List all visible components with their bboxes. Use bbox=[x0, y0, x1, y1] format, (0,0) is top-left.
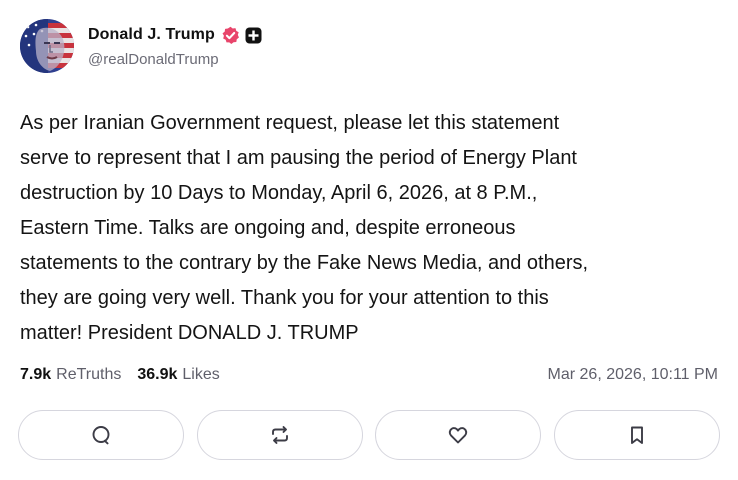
bookmark-icon bbox=[631, 426, 643, 444]
post-text: As per Iranian Government request, pleas… bbox=[20, 112, 589, 344]
display-name[interactable]: Donald J. Trump bbox=[88, 26, 215, 44]
action-bar bbox=[18, 410, 720, 462]
name-row: Donald J. Trump bbox=[88, 25, 262, 45]
handle[interactable]: @realDonaldTrump bbox=[88, 51, 262, 68]
post-timestamp[interactable]: Mar 26, 2026, 10:11 PM bbox=[548, 366, 718, 384]
retruth-button[interactable] bbox=[196, 410, 363, 460]
avatar[interactable] bbox=[20, 19, 74, 73]
likes-count: 36.9k bbox=[137, 366, 178, 383]
flag-portrait-avatar-icon bbox=[20, 19, 74, 73]
likes-label: Likes bbox=[182, 366, 220, 383]
bookmark-button[interactable] bbox=[553, 410, 720, 460]
likes-stat[interactable]: 36.9k Likes bbox=[137, 366, 219, 384]
post-header: Donald J. Trump @realDonaldTrump bbox=[20, 19, 262, 75]
retruth-icon bbox=[271, 426, 288, 444]
reply-icon bbox=[92, 426, 110, 445]
like-button[interactable] bbox=[375, 410, 542, 460]
post-card: Donald J. Trump @realDonaldTrump As per … bbox=[0, 0, 738, 480]
retruths-stat[interactable]: 7.9k ReTruths bbox=[20, 366, 121, 384]
post-stats: 7.9k ReTruths 36.9k Likes Mar 26, 2026, … bbox=[20, 364, 718, 386]
reply-button[interactable] bbox=[18, 410, 184, 460]
plus-badge-icon bbox=[245, 27, 262, 44]
verified-badge-icon bbox=[221, 26, 240, 45]
like-heart-icon bbox=[449, 427, 468, 444]
retruths-label: ReTruths bbox=[56, 366, 122, 383]
retruths-count: 7.9k bbox=[20, 366, 52, 383]
author-names: Donald J. Trump @realDonaldTrump bbox=[88, 19, 262, 68]
